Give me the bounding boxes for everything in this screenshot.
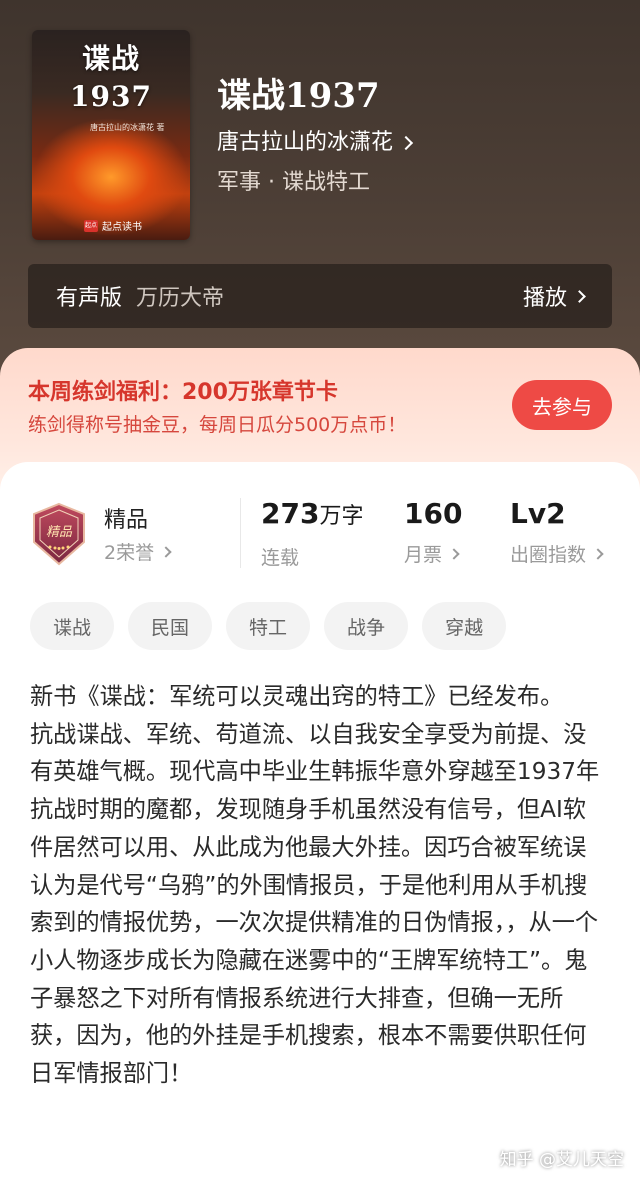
audiobook-bar[interactable]: 有声版 万历大帝 播放 xyxy=(28,264,612,328)
stat-label: 月票 xyxy=(404,540,462,567)
tag-list: 谍战 民国 特工 战争 穿越 xyxy=(30,602,507,650)
play-button[interactable]: 播放 xyxy=(522,280,586,312)
cover-title-line2: 1937 xyxy=(70,80,152,113)
stat-influence-index[interactable]: Lv2 出圈指数 xyxy=(510,496,604,567)
promo-title: 本周练剑福利：200万张章节卡 xyxy=(28,380,338,405)
description-paragraph: 新书《谍战：军统可以灵魂出窍的特工》已经发布。 xyxy=(30,683,564,710)
stat-label: 出圈指数 xyxy=(510,540,604,567)
stat-monthly-votes[interactable]: 160 月票 xyxy=(404,496,462,567)
word-count-unit: 万字 xyxy=(319,504,364,529)
chevron-right-icon xyxy=(592,547,604,560)
tag-chip[interactable]: 谍战 xyxy=(30,602,115,650)
stat-label: 连载 xyxy=(261,543,363,570)
book-description[interactable]: 新书《谍战：军统可以灵魂出窍的特工》已经发布。 抗战谍战、军统、苟道流、以自我安… xyxy=(30,678,602,1093)
word-count-value: 273 xyxy=(261,497,320,530)
stat-word-count: 273万字 连载 xyxy=(261,496,363,570)
badge-text: 精品 xyxy=(46,525,73,540)
book-info-card: 精品 精品 2荣誉 273万字 连载 160 月票 Lv2 出圈指数 谍战 民国… xyxy=(0,462,640,1180)
monthly-votes-label: 月票 xyxy=(404,544,443,566)
influence-label: 出圈指数 xyxy=(510,544,587,566)
cover-publisher: 起点 起点读书 xyxy=(84,218,142,233)
cover-author: 唐古拉山的冰潇花 著 xyxy=(90,123,165,132)
stat-value: Lv2 xyxy=(510,496,602,532)
audio-narrator: 万历大帝 xyxy=(136,286,225,311)
chevron-right-icon xyxy=(160,545,172,558)
quality-badge-icon: 精品 xyxy=(33,502,85,566)
stat-value: 160 xyxy=(404,496,462,532)
audio-label: 有声版 xyxy=(56,286,123,311)
author-link[interactable]: 唐古拉山的冰潇花 xyxy=(217,128,414,158)
monthly-votes-value: 160 xyxy=(404,497,463,530)
promo-subtitle: 练剑得称号抽金豆，每周日瓜分500万点币！ xyxy=(28,414,407,436)
tag-chip[interactable]: 民国 xyxy=(128,602,213,650)
tag-chip[interactable]: 穿越 xyxy=(422,602,507,650)
play-label: 播放 xyxy=(522,286,567,311)
book-header: 谍战 1937 唐古拉山的冰潇花 著 起点 起点读书 谍战1937 唐古拉山的冰… xyxy=(0,0,640,380)
chevron-right-icon xyxy=(573,289,586,303)
publisher-logo-icon: 起点 xyxy=(84,219,98,232)
join-button[interactable]: 去参与 xyxy=(512,380,612,430)
influence-value: Lv2 xyxy=(510,497,566,530)
status-label: 连载 xyxy=(261,547,300,569)
honor-link[interactable]: 2荣誉 xyxy=(104,538,172,565)
cover-title: 谍战 1937 xyxy=(32,40,190,116)
publisher-name: 起点读书 xyxy=(102,222,142,233)
author-name: 唐古拉山的冰潇花 xyxy=(217,130,394,155)
badge-name: 精品 xyxy=(104,508,149,533)
book-genre: 军事 · 谍战特工 xyxy=(217,170,370,195)
chevron-right-icon xyxy=(448,547,460,560)
tag-chip[interactable]: 特工 xyxy=(226,602,311,650)
tag-chip[interactable]: 战争 xyxy=(324,602,409,650)
watermark: 知乎 @艾儿天空 xyxy=(499,1150,624,1170)
description-paragraph: 抗战谍战、军统、苟道流、以自我安全享受为前提、没有英雄气概。现代高中毕业生韩振华… xyxy=(30,720,600,1088)
book-title: 谍战1937 xyxy=(217,76,380,116)
cover-title-line1: 谍战 xyxy=(81,42,140,75)
honor-count: 2荣誉 xyxy=(104,542,155,564)
divider xyxy=(240,498,241,568)
book-cover[interactable]: 谍战 1937 唐古拉山的冰潇花 著 起点 起点读书 xyxy=(32,30,190,240)
chevron-right-icon xyxy=(398,135,414,151)
stat-value: 273万字 xyxy=(261,496,363,535)
